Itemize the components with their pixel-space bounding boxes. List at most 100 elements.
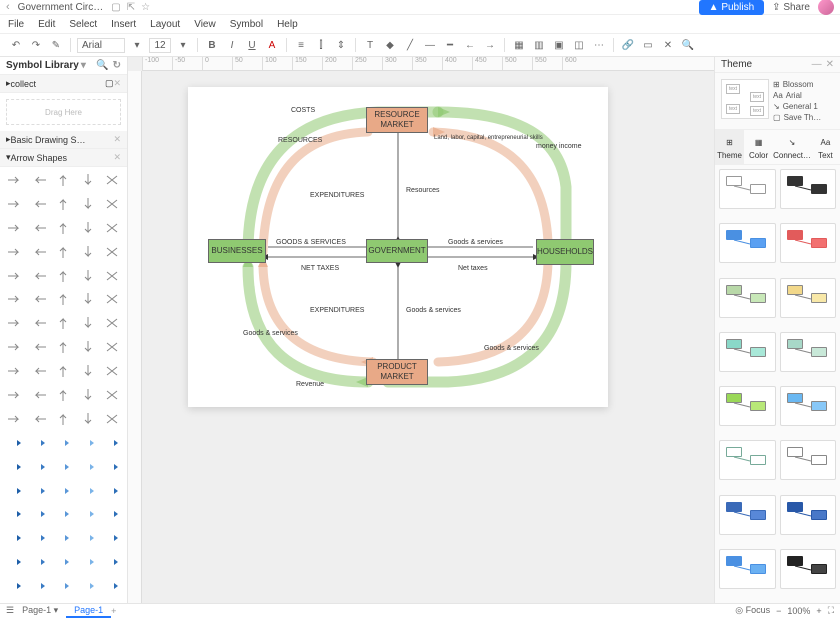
shape-arrow-38[interactable] bbox=[77, 338, 99, 356]
close-collect-icon[interactable]: ✕ bbox=[113, 78, 121, 89]
shape-arrow-c25[interactable] bbox=[4, 553, 26, 571]
line-icon[interactable]: ╱ bbox=[402, 37, 418, 53]
shape-arrow-c16[interactable] bbox=[28, 505, 50, 523]
shape-arrow-42[interactable] bbox=[52, 362, 74, 380]
collect-section[interactable]: ▸ collect ▢ ✕ bbox=[0, 75, 127, 93]
theme-9[interactable] bbox=[780, 386, 837, 426]
align-icon[interactable]: ▦ bbox=[511, 37, 527, 53]
shape-arrow-c13[interactable] bbox=[77, 482, 99, 500]
shape-arrow-c29[interactable] bbox=[101, 553, 123, 571]
star-icon[interactable]: ☆ bbox=[141, 2, 150, 13]
shape-arrow-53[interactable] bbox=[77, 410, 99, 428]
drag-target[interactable]: Drag Here bbox=[6, 99, 121, 125]
shape-arrow-10[interactable] bbox=[4, 219, 26, 237]
node-households[interactable]: HOUSEHOLDS bbox=[536, 239, 594, 265]
shape-arrow-c27[interactable] bbox=[52, 553, 74, 571]
theme-3[interactable] bbox=[780, 223, 837, 263]
shape-arrow-40[interactable] bbox=[4, 362, 26, 380]
back-icon[interactable]: ‹ bbox=[6, 1, 10, 13]
save-icon[interactable]: ▢ bbox=[111, 2, 120, 13]
shape-arrow-33[interactable] bbox=[77, 314, 99, 332]
tab-theme[interactable]: ⊞Theme bbox=[715, 130, 744, 164]
shape-arrow-c28[interactable] bbox=[77, 553, 99, 571]
shape-arrow-c0[interactable] bbox=[4, 434, 26, 452]
layer-icon[interactable]: ◫ bbox=[571, 37, 587, 53]
shape-arrow-29[interactable] bbox=[101, 290, 123, 308]
arrow-shapes-section[interactable]: ▾ Arrow Shapes✕ bbox=[0, 149, 127, 167]
shape-arrow-c11[interactable] bbox=[28, 482, 50, 500]
shape-arrow-37[interactable] bbox=[52, 338, 74, 356]
undo-icon[interactable]: ↶ bbox=[8, 37, 24, 53]
shape-arrow-39[interactable] bbox=[101, 338, 123, 356]
shape-arrow-15[interactable] bbox=[4, 243, 26, 261]
opt-save-theme[interactable]: ▢Save Th… bbox=[773, 112, 834, 123]
shape-arrow-5[interactable] bbox=[4, 195, 26, 213]
menu-help[interactable]: Help bbox=[277, 19, 298, 30]
format-painter-icon[interactable]: ✎ bbox=[48, 37, 64, 53]
focus-toggle[interactable]: ◎ Focus bbox=[735, 605, 770, 616]
shape-arrow-25[interactable] bbox=[4, 290, 26, 308]
distribute-icon[interactable]: ▥ bbox=[531, 37, 547, 53]
shape-arrow-49[interactable] bbox=[101, 386, 123, 404]
publish-button[interactable]: ▲ Publish bbox=[699, 0, 765, 15]
canvas-area[interactable]: -100-50050100150200250300350400450500550… bbox=[128, 57, 714, 603]
fill-icon[interactable]: ◆ bbox=[382, 37, 398, 53]
shape-arrow-7[interactable] bbox=[52, 195, 74, 213]
redo-icon[interactable]: ↷ bbox=[28, 37, 44, 53]
theme-0[interactable] bbox=[719, 169, 776, 209]
close-panel-icon[interactable]: ✕ bbox=[826, 59, 834, 70]
basic-shapes-section[interactable]: ▸ Basic Drawing S…✕ bbox=[0, 131, 127, 149]
menu-symbol[interactable]: Symbol bbox=[230, 19, 263, 30]
shape-arrow-4[interactable] bbox=[101, 171, 123, 189]
shape-arrow-17[interactable] bbox=[52, 243, 74, 261]
theme-7[interactable] bbox=[780, 332, 837, 372]
shape-arrow-c20[interactable] bbox=[4, 529, 26, 547]
line-style-icon[interactable]: ― bbox=[422, 37, 438, 53]
theme-13[interactable] bbox=[780, 495, 837, 535]
align-v-icon[interactable]: ⫿ bbox=[313, 37, 329, 53]
search-icon[interactable]: 🔍 bbox=[680, 37, 696, 53]
shape-arrow-9[interactable] bbox=[101, 195, 123, 213]
shape-arrow-c22[interactable] bbox=[52, 529, 74, 547]
theme-12[interactable] bbox=[719, 495, 776, 535]
shape-arrow-46[interactable] bbox=[28, 386, 50, 404]
pin-icon[interactable]: ▢ bbox=[105, 78, 114, 89]
shape-arrow-36[interactable] bbox=[28, 338, 50, 356]
shape-arrow-3[interactable] bbox=[77, 171, 99, 189]
shape-arrow-43[interactable] bbox=[77, 362, 99, 380]
shape-arrow-34[interactable] bbox=[101, 314, 123, 332]
page-dropdown[interactable]: Page-1 ▾ bbox=[14, 604, 66, 617]
link-icon[interactable]: 🔗 bbox=[620, 37, 636, 53]
font-dropdown-icon[interactable]: ▾ bbox=[129, 37, 145, 53]
shape-arrow-c10[interactable] bbox=[4, 482, 26, 500]
more-icon[interactable]: ⋯ bbox=[591, 37, 607, 53]
shape-arrow-19[interactable] bbox=[101, 243, 123, 261]
shape-arrow-c8[interactable] bbox=[77, 458, 99, 476]
font-select[interactable]: Arial bbox=[77, 38, 125, 53]
canvas-page[interactable]: RESOURCE MARKET BUSINESSES GOVERNMENT HO… bbox=[188, 87, 608, 407]
shape-arrow-16[interactable] bbox=[28, 243, 50, 261]
shape-arrow-c6[interactable] bbox=[28, 458, 50, 476]
shape-arrow-23[interactable] bbox=[77, 267, 99, 285]
shape-arrow-c1[interactable] bbox=[28, 434, 50, 452]
shape-arrow-c32[interactable] bbox=[52, 577, 74, 595]
theme-11[interactable] bbox=[780, 440, 837, 480]
shape-arrow-c31[interactable] bbox=[28, 577, 50, 595]
line-weight-icon[interactable]: ━ bbox=[442, 37, 458, 53]
align-h-icon[interactable]: ≡ bbox=[293, 37, 309, 53]
text-tool-icon[interactable]: T bbox=[362, 37, 378, 53]
node-government[interactable]: GOVERNMENT bbox=[366, 239, 428, 263]
tab-connect[interactable]: ↘Connect… bbox=[773, 130, 811, 164]
menu-insert[interactable]: Insert bbox=[111, 19, 136, 30]
menu-layout[interactable]: Layout bbox=[150, 19, 180, 30]
opt-arial[interactable]: AaArial bbox=[773, 90, 834, 101]
shape-arrow-45[interactable] bbox=[4, 386, 26, 404]
shape-arrow-32[interactable] bbox=[52, 314, 74, 332]
shape-arrow-c23[interactable] bbox=[77, 529, 99, 547]
page-tab-1[interactable]: Page-1 bbox=[66, 604, 111, 618]
theme-1[interactable] bbox=[780, 169, 837, 209]
theme-10[interactable] bbox=[719, 440, 776, 480]
share-button[interactable]: ⇪ Share bbox=[772, 2, 810, 13]
shape-arrow-47[interactable] bbox=[52, 386, 74, 404]
shape-arrow-c24[interactable] bbox=[101, 529, 123, 547]
